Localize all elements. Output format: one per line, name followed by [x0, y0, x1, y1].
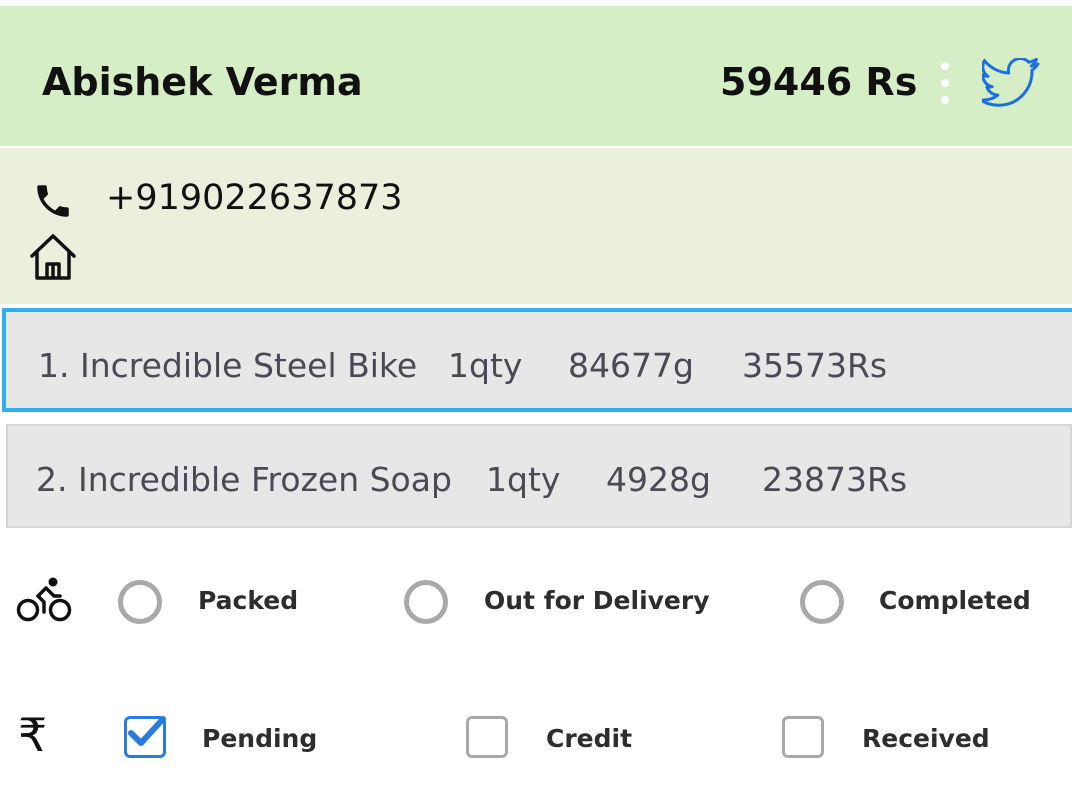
more-vert-icon[interactable] [930, 62, 960, 104]
received-label[interactable]: Received [862, 724, 990, 753]
credit-checkbox[interactable] [466, 716, 508, 758]
rupee-icon: ₹ [18, 708, 48, 762]
completed-radio[interactable] [800, 580, 844, 624]
item-name: Incredible Steel Bike [80, 346, 418, 385]
completed-label[interactable]: Completed [879, 586, 1031, 615]
packed-radio[interactable] [118, 580, 162, 624]
delivery-status-row: Packed Out for Delivery Completed [0, 566, 1072, 636]
customer-name: Abishek Verma [42, 60, 363, 104]
out-for-delivery-radio[interactable] [404, 580, 448, 624]
home-icon[interactable] [28, 232, 78, 282]
item-index: 1. [38, 346, 70, 385]
bicycle-icon [16, 577, 72, 622]
out-for-delivery-label[interactable]: Out for Delivery [484, 586, 710, 615]
phone-number[interactable]: +919022637873 [106, 178, 403, 218]
order-total: 59446 Rs [720, 60, 918, 104]
item-price: 35573Rs [742, 346, 888, 385]
pending-label[interactable]: Pending [202, 724, 317, 753]
item-qty: 1qty [448, 346, 523, 385]
twitter-icon[interactable] [982, 58, 1040, 108]
item-weight: 4928g [606, 460, 711, 499]
packed-label[interactable]: Packed [198, 586, 298, 615]
credit-label[interactable]: Credit [546, 724, 632, 753]
phone-icon[interactable] [30, 180, 76, 222]
item-qty: 1qty [486, 460, 561, 499]
item-price: 23873Rs [762, 460, 908, 499]
order-item-row[interactable]: 2. Incredible Frozen Soap 1qty 4928g 238… [6, 424, 1072, 528]
payment-status-row: ₹ Pending Credit Received [0, 704, 1072, 774]
order-header: Abishek Verma 59446 Rs [0, 6, 1072, 146]
contact-section: +919022637873 [0, 148, 1072, 304]
order-item-row[interactable]: 1. Incredible Steel Bike 1qty 84677g 355… [2, 308, 1072, 412]
pending-checkbox[interactable] [124, 716, 166, 758]
item-name: Incredible Frozen Soap [78, 460, 452, 499]
item-weight: 84677g [568, 346, 694, 385]
item-index: 2. [36, 460, 68, 499]
received-checkbox[interactable] [782, 716, 824, 758]
